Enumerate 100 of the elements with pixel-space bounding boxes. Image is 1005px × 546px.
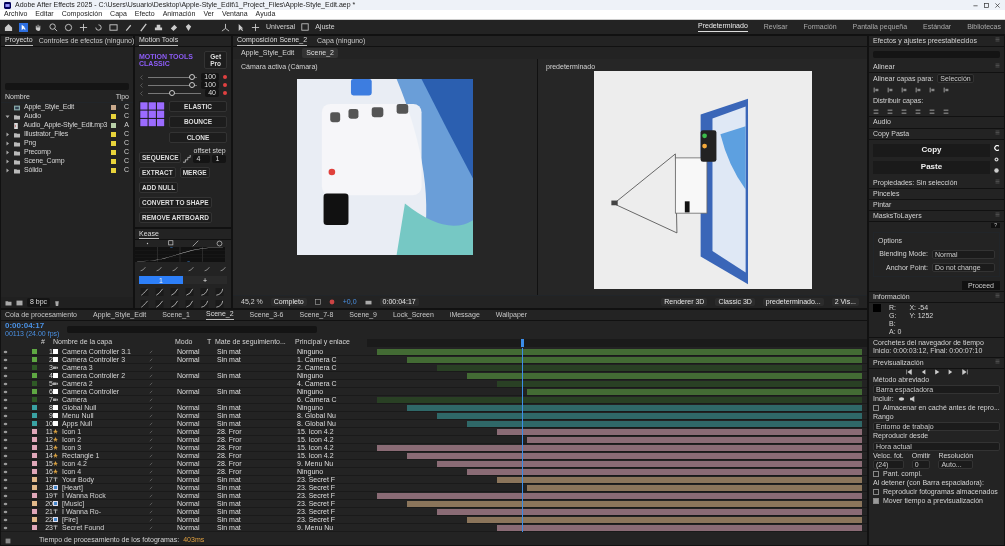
- label-swatch[interactable]: [32, 365, 37, 370]
- ease-preset-icon[interactable]: [214, 300, 225, 308]
- layer-bar[interactable]: [467, 372, 862, 379]
- label-swatch[interactable]: [32, 477, 37, 482]
- move-icon[interactable]: [251, 22, 260, 32]
- first-frame-icon[interactable]: [905, 368, 912, 375]
- distribute-icon[interactable]: [873, 109, 879, 116]
- label-swatch[interactable]: [32, 461, 37, 466]
- rotate-icon[interactable]: [94, 22, 103, 32]
- anchor-grid-icon[interactable]: [139, 101, 165, 128]
- maximize-icon[interactable]: [983, 1, 990, 9]
- layer-bar[interactable]: [497, 524, 862, 531]
- toggle-icon[interactable]: [5, 537, 11, 544]
- copy-paste-button[interactable]: Paste: [873, 160, 990, 174]
- checkbox-icon[interactable]: [301, 23, 310, 31]
- disclosure-icon[interactable]: [5, 168, 10, 173]
- checkbox[interactable]: [873, 489, 879, 496]
- label-swatch[interactable]: [32, 525, 37, 530]
- home-icon[interactable]: [4, 22, 13, 32]
- gear-icon[interactable]: [994, 156, 999, 162]
- layer-bar[interactable]: [527, 484, 862, 491]
- layer-bar[interactable]: [527, 388, 862, 395]
- label-swatch[interactable]: [32, 405, 37, 410]
- layer-bar[interactable]: [467, 420, 862, 427]
- label-swatch[interactable]: [32, 349, 37, 354]
- speaker-icon[interactable]: [908, 396, 916, 402]
- eraser-icon[interactable]: [169, 22, 178, 32]
- play-icon[interactable]: [933, 368, 940, 375]
- slider-thumb[interactable]: [168, 90, 175, 97]
- layer-bar[interactable]: [527, 436, 862, 443]
- align-icon[interactable]: [887, 87, 893, 94]
- label-swatch[interactable]: [32, 445, 37, 450]
- distribute-icon[interactable]: [943, 109, 949, 116]
- curve-tool-icon[interactable]: [156, 266, 162, 272]
- dot-icon[interactable]: [223, 75, 227, 80]
- pointer-icon[interactable]: [236, 22, 245, 32]
- checkbox[interactable]: [873, 498, 879, 505]
- label-swatch[interactable]: [32, 469, 37, 474]
- label-swatch[interactable]: [32, 421, 37, 426]
- ease-preset-icon[interactable]: [184, 288, 195, 296]
- disclosure-icon[interactable]: [5, 141, 10, 146]
- disclosure-icon[interactable]: [5, 114, 10, 119]
- camera-icon[interactable]: [364, 299, 372, 305]
- label-swatch[interactable]: [32, 493, 37, 498]
- align-icon[interactable]: [901, 87, 907, 94]
- disclosure-icon[interactable]: [5, 159, 10, 164]
- align-icon[interactable]: [915, 87, 921, 94]
- align-icon[interactable]: [943, 87, 949, 94]
- ease-preset-icon[interactable]: [139, 300, 150, 308]
- layer-bar[interactable]: [467, 468, 862, 475]
- stairs-icon[interactable]: [183, 154, 192, 163]
- layer-bar[interactable]: [377, 492, 862, 499]
- distribute-icon[interactable]: [929, 109, 935, 116]
- label-swatch[interactable]: [32, 397, 37, 402]
- grid-icon[interactable]: [314, 299, 321, 305]
- ease-preset-icon[interactable]: [214, 288, 225, 296]
- label-swatch[interactable]: [32, 437, 37, 442]
- curve-tool-icon[interactable]: [172, 266, 178, 272]
- copy-icon[interactable]: [167, 240, 175, 248]
- layer-bar[interactable]: [437, 412, 862, 419]
- layer-bar[interactable]: [497, 476, 862, 483]
- hand-icon[interactable]: [34, 22, 43, 32]
- curve-tool-icon[interactable]: [220, 266, 226, 272]
- label-swatch[interactable]: [32, 453, 37, 458]
- align-icon[interactable]: [873, 87, 879, 94]
- dot-icon[interactable]: [223, 83, 227, 88]
- label-swatch[interactable]: [32, 501, 37, 506]
- info-icon[interactable]: [994, 167, 999, 173]
- stamp-icon[interactable]: [154, 22, 163, 32]
- pointer-icon[interactable]: [19, 22, 28, 32]
- layer-bar[interactable]: [437, 508, 862, 515]
- pin-icon[interactable]: [184, 22, 193, 32]
- layer-bar[interactable]: [467, 516, 862, 523]
- checkbox[interactable]: [873, 471, 879, 478]
- ease-preset-icon[interactable]: [154, 288, 165, 296]
- trash-icon[interactable]: [54, 299, 61, 306]
- c-logo-icon[interactable]: [994, 144, 1000, 151]
- orbit-icon[interactable]: [64, 22, 73, 32]
- label-swatch[interactable]: [32, 429, 37, 434]
- slider-thumb[interactable]: [189, 82, 196, 89]
- label-swatch[interactable]: [32, 381, 37, 386]
- layer-bar[interactable]: [407, 404, 862, 411]
- distribute-icon[interactable]: [887, 109, 893, 116]
- curve-tool-icon[interactable]: [204, 266, 210, 272]
- comp-icon[interactable]: [16, 299, 23, 306]
- curve-tool-icon[interactable]: [140, 266, 146, 272]
- curve-tool-icon[interactable]: [188, 266, 194, 272]
- close-icon[interactable]: [994, 1, 1001, 9]
- video-icon[interactable]: [897, 396, 905, 402]
- disclosure-icon[interactable]: [5, 150, 10, 155]
- disclosure-icon[interactable]: [5, 132, 10, 137]
- distribute-icon[interactable]: [915, 109, 921, 116]
- label-swatch[interactable]: [32, 485, 37, 490]
- curve-icon[interactable]: [191, 240, 199, 248]
- copy-paste-button[interactable]: Copy: [873, 143, 990, 157]
- label-swatch[interactable]: [32, 517, 37, 522]
- ease-preset-icon[interactable]: [169, 300, 180, 308]
- layer-bar[interactable]: [377, 444, 862, 451]
- pen-icon[interactable]: [124, 22, 133, 32]
- folder-icon[interactable]: [5, 299, 12, 306]
